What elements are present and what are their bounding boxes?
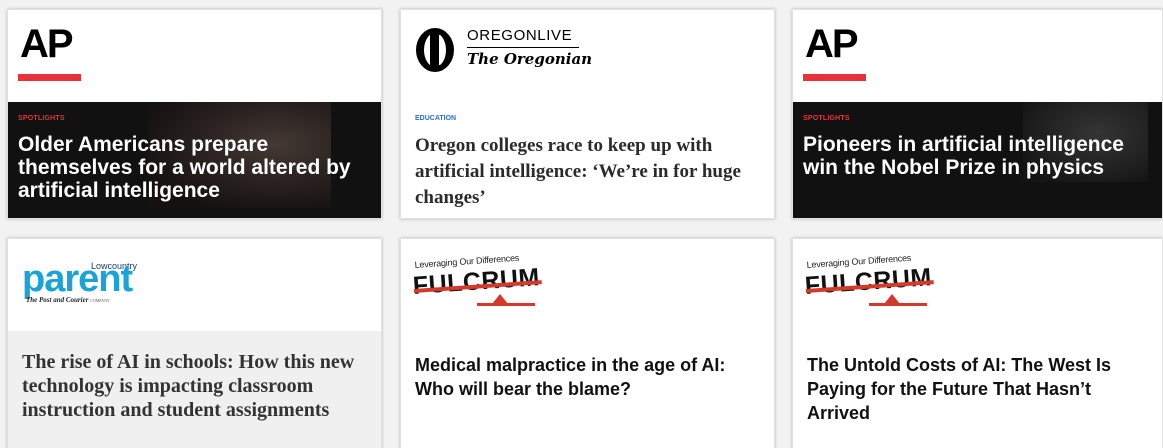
news-card-ap-older-americans[interactable]: AP SPOTLIGHTS Older Americans prepare th…: [7, 9, 382, 219]
card-headline[interactable]: The rise of AI in schools: How this new …: [22, 350, 377, 422]
fulcrum-base: [477, 303, 535, 306]
news-card-ap-nobel-prize[interactable]: AP SPOTLIGHTS Pioneers in artificial int…: [792, 9, 1163, 219]
card-headline[interactable]: Older Americans prepare themselves for a…: [18, 133, 368, 202]
ap-logo: AP: [20, 22, 74, 66]
fulcrum-base: [869, 303, 927, 306]
ap-logo-underline: [18, 74, 81, 81]
news-card-fulcrum-malpractice[interactable]: Leveraging Our Differences FULCRUM Medic…: [400, 238, 775, 448]
ap-logo-underline: [803, 74, 866, 81]
oregonian-wordmark: The Oregonian: [467, 50, 593, 68]
ap-logo: AP: [805, 22, 859, 66]
post-and-courier-wordmark: The Post and Courier COMPANY: [26, 296, 110, 304]
oregonian-o-mark-icon: [416, 28, 454, 72]
logo-divider: [467, 47, 579, 48]
category-label: EDUCATION: [415, 115, 457, 122]
card-headline[interactable]: Medical malpractice in the age of AI: Wh…: [415, 353, 765, 401]
category-label: SPOTLIGHTS: [18, 115, 65, 122]
parent-logo: parent: [22, 258, 133, 300]
card-headline[interactable]: Pioneers in artificial intelligence win …: [803, 133, 1158, 179]
news-card-lowcountry-parent-ai-schools[interactable]: Lowcountry parent The Post and Courier C…: [7, 238, 382, 448]
news-card-oregonlive-colleges[interactable]: OREGONLIVE The Oregonian EDUCATION Orego…: [400, 9, 775, 219]
card-headline[interactable]: The Untold Costs of AI: The West Is Payi…: [807, 353, 1147, 425]
card-headline[interactable]: Oregon colleges race to keep up with art…: [415, 133, 770, 211]
oregonlive-wordmark: OREGONLIVE: [467, 27, 573, 44]
news-card-fulcrum-untold-costs[interactable]: Leveraging Our Differences FULCRUM The U…: [792, 238, 1163, 448]
category-label: SPOTLIGHTS: [803, 115, 850, 122]
